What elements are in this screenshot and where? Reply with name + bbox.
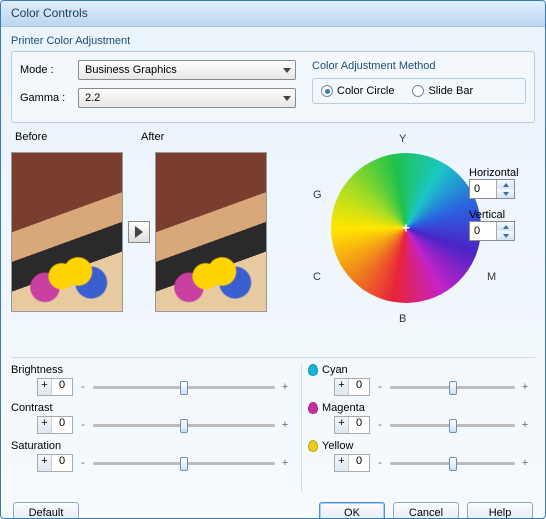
spin-down-icon[interactable] [497,231,514,240]
plus-icon: + [281,381,289,393]
top-panel: Mode : Business Graphics Gamma : 2.2 Col… [11,51,535,123]
radio-color-circle[interactable]: Color Circle [321,85,394,97]
sign: + [38,417,52,433]
chevron-down-icon [283,68,291,73]
slider-thumb[interactable] [449,419,457,433]
arrow-right-icon [128,221,150,243]
value: 0 [52,379,72,395]
magenta-label: Magenta [322,402,365,414]
default-button[interactable]: Default [13,502,79,519]
window-title: Color Controls [1,1,545,27]
magenta-drop-icon [308,402,318,414]
help-button[interactable]: Help [467,502,533,519]
plus-icon: + [281,419,289,431]
yellow-drop-icon [308,440,318,452]
group-title: Printer Color Adjustment [11,35,535,47]
cyan-value-box[interactable]: +0 [334,378,370,396]
gamma-combo[interactable]: 2.2 [78,88,296,108]
color-wheel[interactable] [331,153,481,303]
horizontal-spinner[interactable] [469,179,515,199]
magenta-value-box[interactable]: +0 [334,416,370,434]
radio-slide-bar-label: Slide Bar [428,85,473,97]
yellow-label: Yellow [322,440,353,452]
saturation-slider[interactable] [93,462,275,465]
color-controls-window: Color Controls Printer Color Adjustment … [0,0,546,519]
wheel-label-c: C [313,271,321,283]
cyan-drop-icon [308,364,318,376]
mode-label: Mode : [20,64,78,76]
slider-thumb[interactable] [449,381,457,395]
radio-color-circle-label: Color Circle [337,85,394,97]
gamma-label: Gamma : [20,92,78,104]
sign: + [38,379,52,395]
contrast-slider[interactable] [93,424,275,427]
cyan-slider[interactable] [390,386,515,389]
vertical-input[interactable] [470,222,496,240]
brightness-label: Brightness [11,364,295,376]
minus-icon: - [79,381,87,393]
sign: + [335,379,349,395]
slider-thumb[interactable] [180,381,188,395]
contrast-value-box[interactable]: +0 [37,416,73,434]
vertical-label: Vertical [469,209,533,221]
slider-thumb[interactable] [180,419,188,433]
method-title: Color Adjustment Method [312,60,526,72]
wheel-label-b: B [399,313,406,325]
contrast-label: Contrast [11,402,295,414]
slider-thumb[interactable] [180,457,188,471]
sign: + [335,455,349,471]
wheel-label-m: M [487,271,496,283]
value: 0 [52,455,72,471]
mode-value: Business Graphics [85,64,177,76]
mode-combo[interactable]: Business Graphics [78,60,296,80]
preview-before-image [11,152,123,312]
minus-icon: - [376,381,384,393]
preview-after-image [155,152,267,312]
radio-dot-icon [321,85,333,97]
wheel-label-y: Y [399,133,406,145]
slider-thumb[interactable] [449,457,457,471]
brightness-value-box[interactable]: +0 [37,378,73,396]
saturation-label: Saturation [11,440,295,452]
value: 0 [349,455,369,471]
radio-dot-icon [412,85,424,97]
sign: + [335,417,349,433]
before-label: Before [11,131,141,143]
minus-icon: - [376,419,384,431]
value: 0 [349,417,369,433]
horizontal-input[interactable] [470,180,496,198]
radio-slide-bar[interactable]: Slide Bar [412,85,473,97]
horizontal-label: Horizontal [469,167,533,179]
minus-icon: - [79,457,87,469]
spin-up-icon[interactable] [497,222,514,231]
cyan-label: Cyan [322,364,348,376]
plus-icon: + [521,381,529,393]
saturation-value-box[interactable]: +0 [37,454,73,472]
plus-icon: + [521,419,529,431]
ok-button[interactable]: OK [319,502,385,519]
vertical-spinner[interactable] [469,221,515,241]
minus-icon: - [79,419,87,431]
minus-icon: - [376,457,384,469]
brightness-slider[interactable] [93,386,275,389]
sign: + [38,455,52,471]
plus-icon: + [521,457,529,469]
value: 0 [349,379,369,395]
wheel-label-g: G [313,189,322,201]
yellow-value-box[interactable]: +0 [334,454,370,472]
cancel-button[interactable]: Cancel [393,502,459,519]
after-label: After [141,131,164,143]
magenta-slider[interactable] [390,424,515,427]
yellow-slider[interactable] [390,462,515,465]
gamma-value: 2.2 [85,92,100,104]
plus-icon: + [281,457,289,469]
spin-up-icon[interactable] [497,180,514,189]
value: 0 [52,417,72,433]
chevron-down-icon [283,96,291,101]
spin-down-icon[interactable] [497,189,514,198]
